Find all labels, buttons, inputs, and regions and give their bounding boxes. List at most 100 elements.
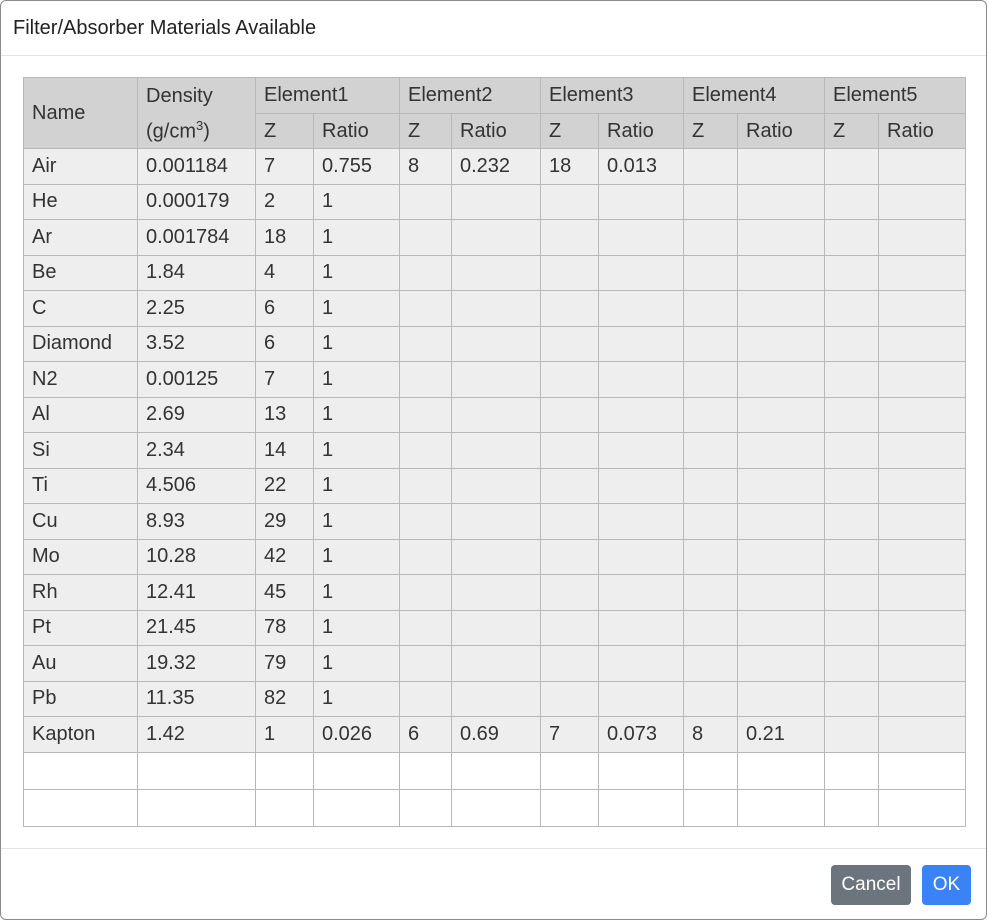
cell-element2-z[interactable] (399, 609, 452, 646)
cell-element2-z[interactable] (399, 680, 452, 717)
cell-element4-ratio[interactable] (737, 645, 825, 682)
cell-element3-ratio[interactable] (598, 538, 684, 575)
cell-element3-z[interactable] (540, 574, 599, 611)
cell-element1-ratio[interactable]: 0.026 (313, 716, 400, 753)
cell-name[interactable]: Be (23, 254, 138, 291)
cell-element4-z[interactable] (683, 325, 738, 362)
cell-element5-z[interactable] (824, 680, 879, 717)
cell-element1-z[interactable]: 22 (255, 467, 314, 504)
cell-element1-z[interactable]: 7 (255, 361, 314, 398)
cell-element5-z[interactable] (824, 183, 879, 220)
cell-name[interactable]: Mo (23, 538, 138, 575)
cell-element2-ratio[interactable] (451, 645, 541, 682)
cell-element1-ratio[interactable]: 1 (313, 361, 400, 398)
cell-element3-ratio[interactable] (598, 361, 684, 398)
ok-button[interactable]: OK (922, 865, 971, 905)
cell-name[interactable]: Cu (23, 503, 138, 540)
cell-element1-ratio[interactable]: 1 (313, 254, 400, 291)
cell-element2-ratio[interactable] (451, 290, 541, 327)
cell-element3-z[interactable] (540, 467, 599, 504)
table-row[interactable] (23, 788, 966, 827)
cell-element5-ratio[interactable] (878, 396, 966, 433)
cell-element3-z[interactable] (540, 396, 599, 433)
cell-element4-ratio[interactable] (737, 432, 825, 469)
cell-density[interactable]: 11.35 (137, 680, 256, 717)
cell-density[interactable]: 10.28 (137, 538, 256, 575)
cell-element5-ratio[interactable] (878, 290, 966, 327)
cell-element4-ratio[interactable] (737, 396, 825, 433)
table-row[interactable]: Ar 0.001784 18 1 (23, 219, 966, 256)
cell-element3-z[interactable] (540, 645, 599, 682)
cell-element2-z[interactable] (399, 432, 452, 469)
cell-element4-ratio[interactable] (737, 574, 825, 611)
cell-element3-ratio[interactable] (598, 467, 684, 504)
cell-element4-ratio[interactable] (737, 467, 825, 504)
cell-element5-z[interactable] (824, 538, 879, 575)
cell-element4-z[interactable] (683, 538, 738, 575)
cell-element5-ratio[interactable] (878, 432, 966, 469)
cell-element5-z[interactable] (824, 148, 879, 185)
cell-element5-z[interactable] (824, 788, 879, 827)
cell-element5-ratio[interactable] (878, 148, 966, 185)
cell-density[interactable]: 21.45 (137, 609, 256, 646)
cell-density[interactable]: 3.52 (137, 325, 256, 362)
cell-element2-ratio[interactable] (451, 680, 541, 717)
table-row[interactable]: Diamond 3.52 6 1 (23, 325, 966, 362)
cancel-button[interactable]: Cancel (831, 865, 911, 905)
cell-element4-ratio[interactable] (737, 290, 825, 327)
cell-element4-z[interactable] (683, 645, 738, 682)
table-row[interactable]: He 0.000179 2 1 (23, 183, 966, 220)
cell-element2-ratio[interactable] (451, 503, 541, 540)
cell-density[interactable]: 1.42 (137, 716, 256, 753)
cell-element1-ratio[interactable]: 0.755 (313, 148, 400, 185)
cell-element2-z[interactable] (399, 751, 452, 790)
cell-element2-z[interactable] (399, 396, 452, 433)
table-row[interactable]: Kapton 1.42 1 0.026 6 0.69 7 0.073 8 0.21 (23, 716, 966, 753)
table-row[interactable]: Cu 8.93 29 1 (23, 503, 966, 540)
cell-element1-z[interactable]: 45 (255, 574, 314, 611)
cell-element2-ratio[interactable] (451, 432, 541, 469)
cell-element3-ratio[interactable] (598, 574, 684, 611)
cell-density[interactable]: 0.00125 (137, 361, 256, 398)
cell-element2-z[interactable] (399, 467, 452, 504)
cell-element5-z[interactable] (824, 609, 879, 646)
cell-element5-z[interactable] (824, 467, 879, 504)
cell-element2-ratio[interactable] (451, 325, 541, 362)
cell-name[interactable]: C (23, 290, 138, 327)
cell-element4-z[interactable] (683, 396, 738, 433)
cell-element4-z[interactable] (683, 788, 738, 827)
cell-element1-ratio[interactable]: 1 (313, 609, 400, 646)
cell-element1-z[interactable]: 82 (255, 680, 314, 717)
table-row[interactable]: Al 2.69 13 1 (23, 396, 966, 433)
cell-element2-z[interactable] (399, 219, 452, 256)
cell-element4-z[interactable] (683, 432, 738, 469)
cell-element2-z[interactable] (399, 325, 452, 362)
cell-density[interactable]: 2.25 (137, 290, 256, 327)
cell-element3-ratio[interactable] (598, 432, 684, 469)
cell-element1-ratio[interactable]: 1 (313, 538, 400, 575)
cell-element4-z[interactable] (683, 254, 738, 291)
cell-element2-ratio[interactable] (451, 574, 541, 611)
cell-element4-z[interactable] (683, 148, 738, 185)
cell-element3-ratio[interactable] (598, 680, 684, 717)
cell-element5-ratio[interactable] (878, 503, 966, 540)
cell-element2-ratio[interactable] (451, 254, 541, 291)
cell-element1-z[interactable]: 1 (255, 716, 314, 753)
cell-element4-z[interactable]: 8 (683, 716, 738, 753)
cell-element2-ratio[interactable] (451, 467, 541, 504)
cell-element4-ratio[interactable] (737, 609, 825, 646)
table-row[interactable]: Si 2.34 14 1 (23, 432, 966, 469)
cell-element1-ratio[interactable] (313, 751, 400, 790)
cell-name[interactable] (23, 751, 138, 790)
cell-element1-ratio[interactable]: 1 (313, 325, 400, 362)
cell-element1-z[interactable]: 29 (255, 503, 314, 540)
cell-element2-z[interactable]: 6 (399, 716, 452, 753)
cell-element5-ratio[interactable] (878, 219, 966, 256)
table-row[interactable]: Au 19.32 79 1 (23, 645, 966, 682)
cell-element4-ratio[interactable] (737, 680, 825, 717)
table-row[interactable]: Air 0.001184 7 0.755 8 0.232 18 0.013 (23, 148, 966, 185)
table-row[interactable]: N2 0.00125 7 1 (23, 361, 966, 398)
cell-element4-z[interactable] (683, 751, 738, 790)
cell-element2-ratio[interactable] (451, 609, 541, 646)
cell-element1-z[interactable] (255, 751, 314, 790)
